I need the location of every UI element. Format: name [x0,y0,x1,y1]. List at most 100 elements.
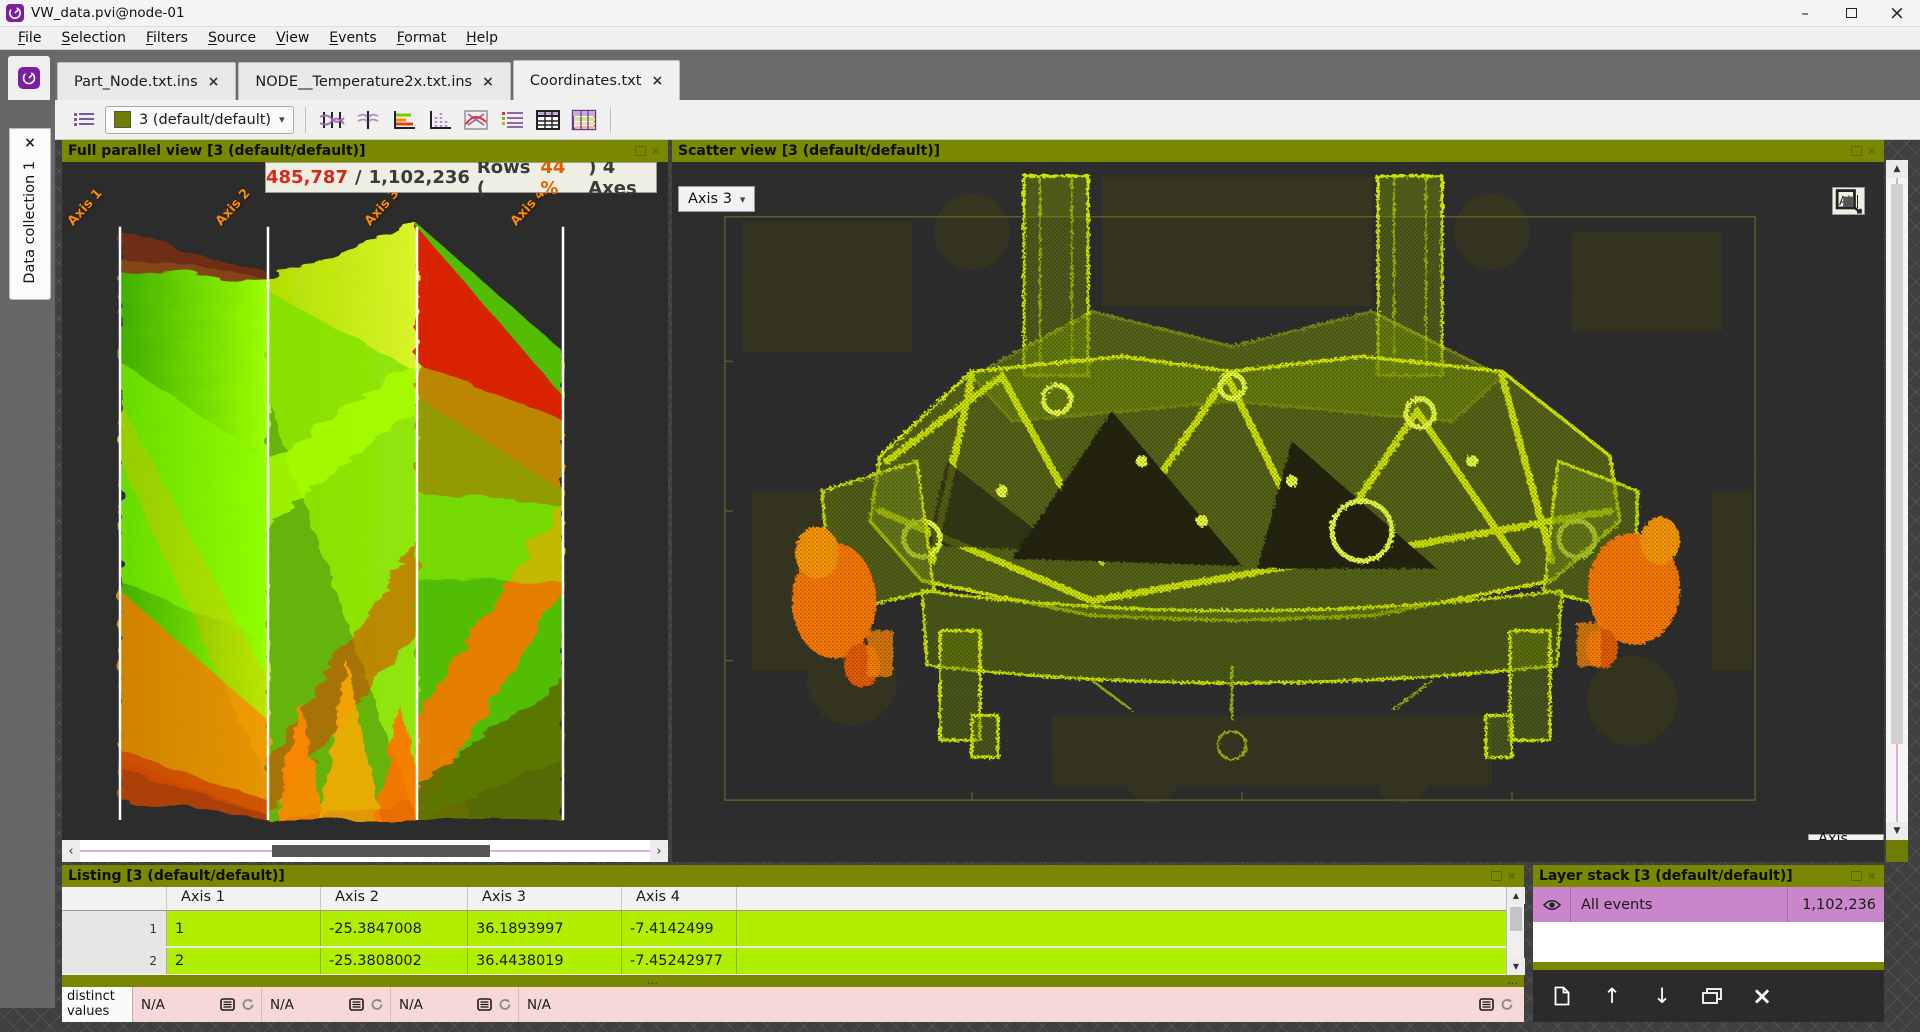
total-row-count: 1,102,236 [369,167,470,188]
bar-chart-icon[interactable] [389,106,419,134]
tab-coordinates[interactable]: Coordinates.txt × [513,60,680,100]
toolbar-separator [305,107,306,133]
refresh-icon[interactable] [498,998,512,1011]
scrollbar-thumb[interactable] [1891,184,1903,744]
move-layer-up-button[interactable]: ↑ [1599,981,1625,1011]
cell-axis3[interactable]: 36.1893997 [468,911,622,946]
layer-stack-panel: Layer stack [3 (default/default)] × All … [1533,865,1884,1022]
tab-node-temperature[interactable]: NODE__Temperature2x.txt.ins × [238,62,510,100]
menu-view[interactable]: View [266,28,319,48]
panel-close-icon[interactable]: × [651,146,662,156]
table-icon[interactable] [533,106,563,134]
parallel-view-icon[interactable] [317,106,347,134]
layer-row-all-events[interactable]: All events 1,102,236 [1533,887,1884,922]
value-list-icon[interactable] [1479,998,1494,1011]
scrollbar-track[interactable] [1886,178,1908,822]
layer-visibility-toggle[interactable] [1533,887,1571,922]
parallel-coordinates-plot[interactable]: Axis 1 Axis 2 Axis 3 Axis 4 485,787 / 1,… [62,162,668,840]
refresh-icon[interactable] [1500,998,1514,1011]
cell-axis4[interactable]: -7.45242977 [622,948,737,974]
scroll-left-button[interactable]: ‹ [62,840,80,862]
histogram-icon[interactable] [425,106,455,134]
menu-help[interactable]: Help [456,28,508,48]
move-layer-down-button[interactable]: ↓ [1649,981,1675,1011]
selected-percent: 44 % [540,162,581,199]
scroll-down-button[interactable]: ▼ [1886,822,1908,840]
scatter-plot[interactable]: Axis 3 ▾ Axis 2 ▾ Ab ◀ ▶ [672,162,1884,840]
panel-close-icon[interactable]: × [1867,146,1878,156]
panel-close-icon[interactable]: × [1507,871,1518,881]
scroll-up-button[interactable]: ▲ [1507,887,1525,904]
menu-filters[interactable]: Filters [136,28,198,48]
column-header-filler [737,887,1524,910]
dataset-selector-dropdown[interactable]: 3 (default/default) ▾ [105,106,294,134]
menu-events[interactable]: Events [319,28,386,48]
listing-vertical-scrollbar[interactable]: ▲ ▼ [1506,887,1524,975]
tab-close-icon[interactable]: × [651,73,663,89]
x-axis-selected-value: Axis 3 [688,191,732,207]
distinct-value: N/A [527,997,551,1013]
scatter-curve-icon[interactable] [461,106,491,134]
column-header-axis4[interactable]: Axis 4 [622,887,737,910]
menu-selection[interactable]: Selection [51,28,136,48]
value-list-icon[interactable] [477,998,492,1011]
cell-axis4[interactable]: -7.4142499 [622,911,737,946]
column-header-axis2[interactable]: Axis 2 [321,887,468,910]
table-row[interactable]: 2 2 -25.3808002 36.4438019 -7.45242977 [62,946,1524,974]
tab-label: Part_Node.txt.ins [74,74,198,90]
colored-table-icon[interactable] [569,106,599,134]
scrollbar-track[interactable] [80,840,650,862]
minimize-button[interactable]: – [1782,0,1828,27]
eye-icon [1543,899,1561,911]
scatter-x-axis-dropdown[interactable]: Axis 3 ▾ [678,186,755,212]
cell-axis1[interactable]: 2 [167,948,321,974]
delete-layer-button[interactable]: × [1749,981,1775,1011]
scroll-down-button[interactable]: ▼ [1507,958,1525,975]
close-button[interactable]: × [1874,0,1920,27]
scrollbar-thumb[interactable] [272,845,490,857]
axis-flip-icon[interactable] [353,106,383,134]
cell-axis2[interactable]: -25.3808002 [321,948,468,974]
collection-icon-tab[interactable] [8,56,50,100]
scatter-y-axis-dropdown[interactable]: Axis 2 ▾ [1808,834,1884,840]
panel-maximize-icon[interactable] [1851,146,1862,156]
parallel-horizontal-scrollbar[interactable]: ‹ › [62,840,668,862]
menu-source[interactable]: Source [198,28,266,48]
refresh-icon[interactable] [370,998,384,1011]
maximize-button[interactable] [1828,0,1874,27]
zoom-select-icon[interactable] [1833,188,1864,214]
new-layer-button[interactable] [1549,981,1575,1011]
tab-close-icon[interactable]: × [482,74,494,90]
panel-maximize-icon[interactable] [1491,871,1502,881]
scroll-right-button[interactable]: › [650,840,668,862]
menu-file[interactable]: File [8,28,51,48]
layer-stack-title: Layer stack [3 (default/default)] [1539,868,1793,884]
menu-format[interactable]: Format [387,28,456,48]
cell-axis3[interactable]: 36.4438019 [468,948,622,974]
scatter-vertical-scrollbar[interactable]: ▲ ▼ [1886,160,1908,840]
axes-count-label: ) 4 Axes [588,162,656,199]
column-header-axis1[interactable]: Axis 1 [167,887,321,910]
scroll-up-button[interactable]: ▲ [1886,160,1908,178]
panel-maximize-icon[interactable] [635,146,646,156]
panel-close-icon[interactable]: × [1867,871,1878,881]
table-row[interactable]: 1 1 -25.3847008 36.1893997 -7.4142499 [62,911,1524,946]
chevron-down-icon: ▾ [279,113,285,126]
value-list-icon[interactable] [349,998,364,1011]
cell-axis1[interactable]: 1 [167,911,321,946]
column-header-axis3[interactable]: Axis 3 [468,887,622,910]
value-list-icon[interactable] [220,998,235,1011]
tab-close-icon[interactable]: × [208,74,220,90]
cell-axis2[interactable]: -25.3847008 [321,911,468,946]
tab-part-node[interactable]: Part_Node.txt.ins × [57,62,236,100]
duplicate-layer-button[interactable] [1699,981,1725,1011]
data-collection-tab[interactable]: × Data collection 1 [9,128,51,300]
panel-maximize-icon[interactable] [1851,871,1862,881]
collection-close-icon[interactable]: × [24,129,36,151]
document-tab-bar: Part_Node.txt.ins × NODE__Temperature2x.… [0,50,1920,100]
listing-icon[interactable] [497,106,527,134]
window-title: VW_data.pvi@node-01 [31,5,185,21]
view-list-icon[interactable] [69,106,99,134]
refresh-icon[interactable] [241,998,255,1011]
scrollbar-thumb[interactable] [1510,907,1522,931]
